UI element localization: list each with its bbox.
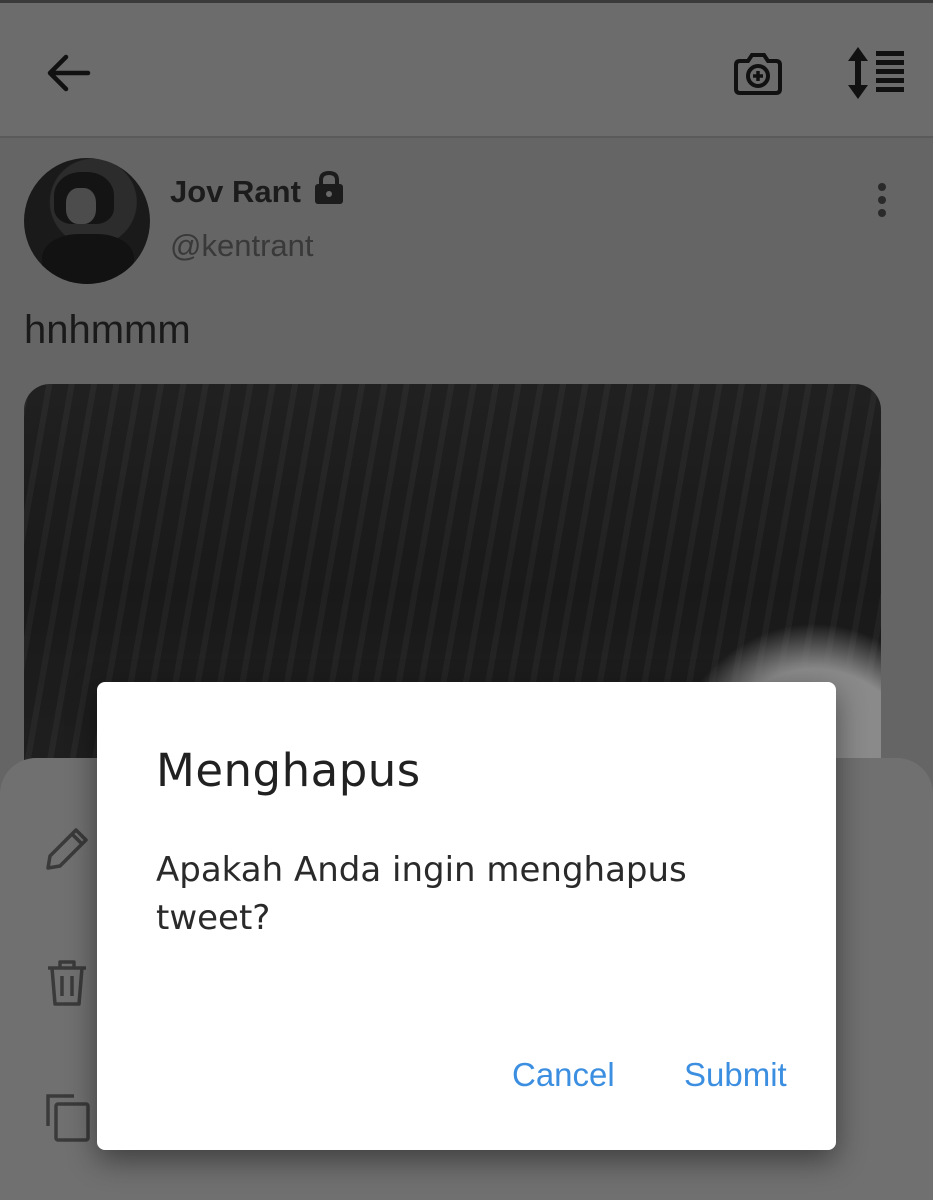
copy-icon[interactable]: [40, 1090, 94, 1144]
dialog-message: Apakah Anda ingin menghapus tweet?: [156, 850, 687, 938]
author-name[interactable]: Jov Rant: [170, 174, 301, 210]
delete-confirm-dialog: Menghapus Apakah Anda ingin menghapus tw…: [97, 682, 836, 1150]
author-handle: @kentrant: [170, 228, 314, 263]
top-app-bar: [0, 0, 933, 138]
submit-button[interactable]: Submit: [676, 1050, 795, 1100]
sort-list-icon[interactable]: [840, 45, 908, 101]
avatar[interactable]: [24, 158, 150, 284]
back-arrow-icon[interactable]: [44, 51, 94, 95]
dialog-title: Menghapus: [156, 744, 421, 797]
screen: Jov Rant @kentrant hnhmmm Menghapus Apak…: [0, 0, 933, 1200]
edit-pencil-icon[interactable]: [40, 822, 94, 876]
more-vertical-icon[interactable]: [868, 180, 896, 220]
tweet-text: hnhmmm: [24, 308, 191, 352]
add-photo-camera-icon[interactable]: [730, 45, 786, 101]
trash-icon[interactable]: [40, 956, 94, 1010]
lock-icon: [312, 170, 346, 206]
cancel-button[interactable]: Cancel: [504, 1050, 623, 1100]
